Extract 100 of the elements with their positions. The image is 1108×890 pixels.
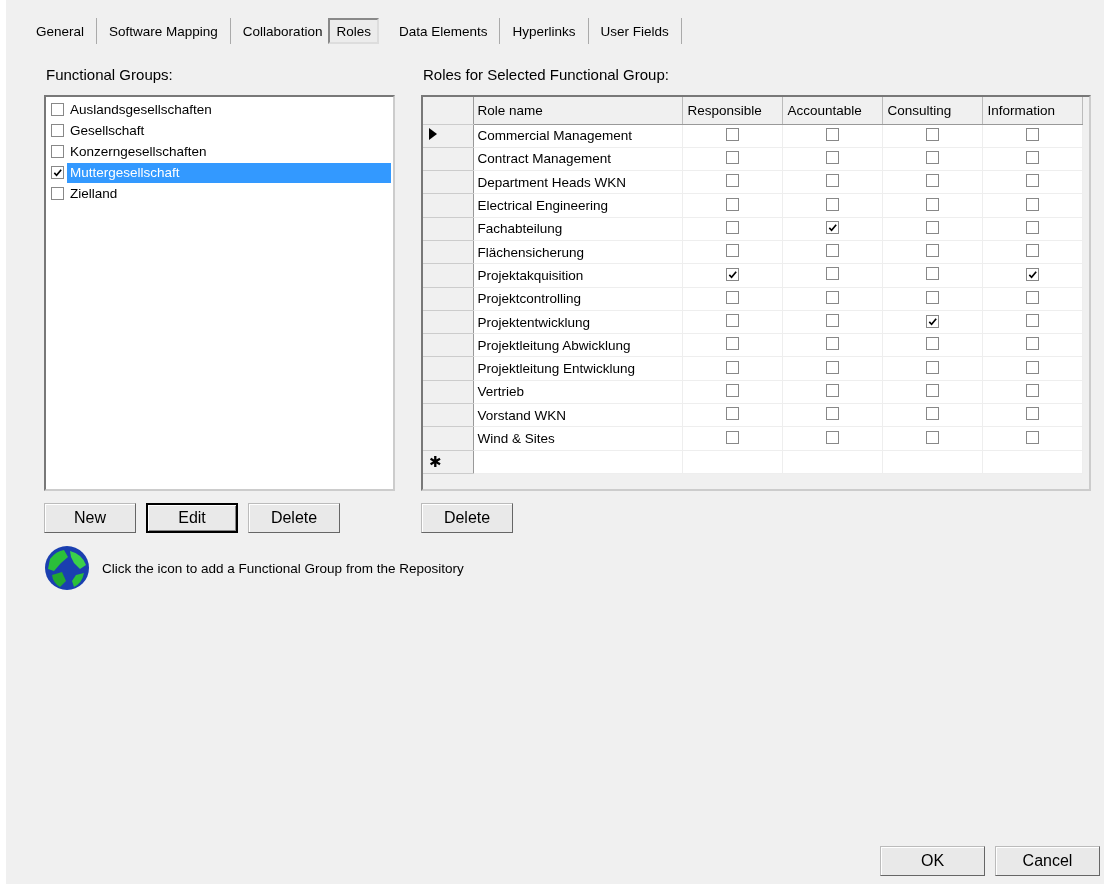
- checkbox[interactable]: [825, 127, 839, 141]
- column-header[interactable]: Responsible: [682, 97, 782, 124]
- tab[interactable]: Software Mapping: [97, 18, 231, 44]
- checkbox[interactable]: [925, 360, 939, 374]
- list-item[interactable]: Auslandsgesellschaften: [67, 99, 391, 120]
- checkbox[interactable]: [725, 337, 739, 351]
- checkbox[interactable]: [825, 290, 839, 304]
- checkbox[interactable]: [51, 145, 64, 158]
- table-cell: Contract Management: [473, 147, 682, 171]
- tab[interactable]: Roles: [328, 18, 379, 44]
- hint-text: Click the icon to add a Functional Group from the Repository: [102, 560, 464, 576]
- current-row-icon: [429, 128, 437, 141]
- checkbox[interactable]: [1025, 360, 1039, 374]
- checkbox[interactable]: [725, 430, 739, 444]
- new-row-marker: ✱: [429, 452, 442, 470]
- checkbox[interactable]: [1025, 383, 1039, 397]
- button[interactable]: New: [44, 503, 136, 533]
- button[interactable]: Delete: [421, 503, 513, 533]
- checkbox[interactable]: [925, 127, 939, 141]
- checkbox[interactable]: [825, 150, 839, 164]
- column-header[interactable]: Accountable: [782, 97, 882, 124]
- table-cell: Fachabteilung: [473, 217, 682, 241]
- button[interactable]: OK: [880, 846, 985, 876]
- list-item[interactable]: Gesellschaft: [67, 120, 391, 141]
- checkbox[interactable]: [925, 150, 939, 164]
- checkbox[interactable]: [1025, 220, 1039, 234]
- checkbox[interactable]: [925, 337, 939, 351]
- checkbox[interactable]: [1025, 407, 1039, 421]
- tab[interactable]: General: [36, 18, 98, 44]
- checkbox[interactable]: [925, 314, 939, 328]
- checkbox[interactable]: [725, 314, 739, 327]
- checkbox[interactable]: [825, 337, 839, 351]
- list-item[interactable]: Zielland: [67, 183, 391, 204]
- button[interactable]: Delete: [248, 503, 340, 533]
- checkbox[interactable]: [725, 174, 739, 188]
- checkbox[interactable]: [925, 430, 939, 444]
- checkbox[interactable]: [51, 124, 64, 137]
- table-cell: Projektcontrolling: [473, 287, 682, 311]
- table-cell: Projektentwicklung: [473, 310, 682, 334]
- checkbox[interactable]: [725, 360, 739, 374]
- checkbox[interactable]: [825, 383, 839, 397]
- checkbox[interactable]: [825, 314, 839, 327]
- checkbox[interactable]: [1025, 127, 1039, 141]
- checkbox[interactable]: [1025, 337, 1039, 351]
- checkbox[interactable]: [825, 244, 839, 258]
- tab[interactable]: Collaboration: [230, 18, 329, 44]
- checkbox[interactable]: [825, 360, 839, 374]
- section-label: Functional Groups:: [46, 66, 173, 83]
- checkbox[interactable]: [925, 220, 939, 234]
- checkbox[interactable]: [825, 267, 839, 281]
- column-header[interactable]: Role name: [473, 97, 682, 124]
- roles-grid[interactable]: [421, 95, 1091, 491]
- checkbox[interactable]: [1025, 197, 1039, 211]
- checkbox[interactable]: [825, 197, 839, 211]
- checkbox[interactable]: [1025, 267, 1039, 281]
- checkbox[interactable]: [725, 127, 739, 141]
- checkbox[interactable]: [925, 407, 939, 421]
- checkbox[interactable]: [825, 221, 839, 235]
- checkbox[interactable]: [925, 197, 939, 211]
- table-cell: Electrical Engineering: [473, 193, 682, 218]
- checkbox[interactable]: [825, 407, 839, 421]
- column-header[interactable]: Consulting: [882, 97, 982, 124]
- checkbox[interactable]: [1025, 150, 1039, 164]
- table-cell: Commercial Management: [473, 124, 682, 148]
- tab[interactable]: Hyperlinks: [500, 18, 589, 44]
- globe-icon[interactable]: [44, 545, 90, 591]
- table-cell: Flächensicherung: [473, 240, 682, 264]
- checkbox[interactable]: [725, 197, 739, 211]
- checkbox[interactable]: [725, 267, 739, 281]
- row-header[interactable]: [423, 124, 473, 148]
- group-list[interactable]: Auslandsgesellschaften Gesellschaft Konzerngesellschaften Muttergesellschaft Zielland: [44, 95, 395, 491]
- button[interactable]: Edit: [146, 503, 238, 533]
- checkbox[interactable]: [725, 407, 739, 421]
- table-cell: Vertrieb: [473, 380, 682, 404]
- tab[interactable]: Data Elements: [386, 18, 501, 44]
- checkbox[interactable]: [925, 174, 939, 188]
- checkbox[interactable]: [925, 244, 939, 258]
- checkbox[interactable]: [1025, 314, 1039, 327]
- checkbox[interactable]: [1025, 430, 1039, 444]
- checkbox[interactable]: [725, 244, 739, 258]
- checkbox[interactable]: [925, 290, 939, 304]
- checkbox[interactable]: [725, 220, 739, 234]
- table-cell: Vorstand WKN: [473, 403, 682, 427]
- tab[interactable]: User Fields: [588, 18, 682, 44]
- checkbox[interactable]: [51, 187, 64, 200]
- checkbox[interactable]: [725, 150, 739, 164]
- checkbox[interactable]: [1025, 290, 1039, 304]
- checkbox[interactable]: [725, 383, 739, 397]
- checkbox[interactable]: [51, 103, 64, 116]
- checkbox[interactable]: [825, 174, 839, 188]
- button[interactable]: Cancel: [995, 846, 1100, 876]
- checkbox[interactable]: [725, 290, 739, 304]
- checkbox[interactable]: [925, 267, 939, 281]
- column-header[interactable]: Information: [982, 97, 1082, 124]
- checkbox[interactable]: [825, 430, 839, 444]
- list-item[interactable]: Konzerngesellschaften: [67, 141, 391, 162]
- checkbox[interactable]: [51, 166, 64, 179]
- checkbox[interactable]: [1025, 244, 1039, 258]
- checkbox[interactable]: [925, 383, 939, 397]
- checkbox[interactable]: [1025, 174, 1039, 188]
